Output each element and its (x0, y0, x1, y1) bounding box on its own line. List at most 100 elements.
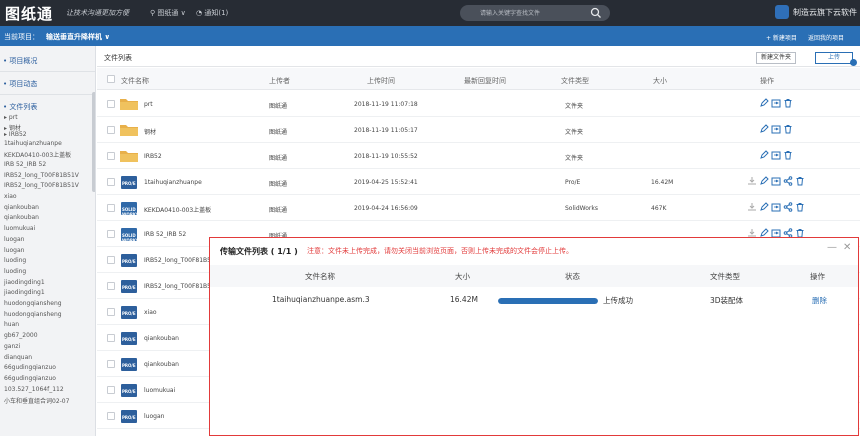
new-folder-button[interactable]: 新建文件夹 (756, 52, 796, 64)
row-checkbox[interactable] (107, 386, 115, 394)
move-folder-icon[interactable] (771, 150, 781, 160)
search-icon[interactable] (590, 7, 602, 19)
sidebar-file[interactable]: huodongqiansheng (4, 300, 62, 307)
row-checkbox[interactable] (107, 204, 115, 212)
sidebar-file[interactable]: KEKDA0410-003上盖板 (4, 150, 71, 159)
delete-link[interactable]: 删除 (812, 295, 827, 306)
delete-icon[interactable] (783, 98, 793, 108)
file-name[interactable]: luogan (144, 413, 164, 420)
file-name[interactable]: 钢材 (144, 127, 156, 136)
sidebar-file[interactable]: qiankouban (4, 204, 39, 211)
file-name[interactable]: prt (144, 101, 153, 108)
col-latest-reply[interactable]: 最新回复时间 (464, 76, 506, 86)
file-name[interactable]: qiankouban (144, 361, 179, 368)
project-selector[interactable]: 输送垂直升降样机 ∨ (46, 32, 110, 42)
back-to-projects-link[interactable]: 返回我的项目 (808, 33, 844, 42)
table-row[interactable]: PRO/E 1taihuqianzhuanpe 图纸通 2019-04-25 15:5… (97, 169, 860, 195)
sidebar-file[interactable]: 103.527_1064f_112 (4, 386, 64, 393)
file-name[interactable]: 1taihuqianzhuanpe (144, 179, 202, 186)
row-checkbox[interactable] (107, 308, 115, 316)
download-icon[interactable] (747, 202, 757, 212)
col-name[interactable]: 文件名称 (121, 76, 149, 86)
sidebar-file[interactable]: luoding (4, 257, 26, 264)
sidebar-file[interactable]: jiaodingding1 (4, 289, 45, 296)
download-icon[interactable] (747, 176, 757, 186)
delete-icon[interactable] (795, 176, 805, 186)
sidebar-item-overview[interactable]: • 项目概况 (3, 56, 37, 66)
share-icon[interactable] (783, 202, 793, 212)
edit-icon[interactable] (759, 150, 769, 160)
file-name[interactable]: qiankouban (144, 335, 179, 342)
file-name[interactable]: KEKDA0410-003上盖板 (144, 205, 211, 214)
sidebar-folder[interactable]: ▸ prt (4, 114, 18, 121)
sidebar-file[interactable]: luogan (4, 236, 24, 243)
col-upload-time[interactable]: 上传时间 (367, 76, 395, 86)
col-size[interactable]: 大小 (653, 76, 667, 86)
row-checkbox[interactable] (107, 230, 115, 238)
select-all-checkbox[interactable] (107, 75, 115, 83)
user-menu[interactable]: ⚲ 图纸通 ∨ (150, 8, 186, 18)
sidebar-file[interactable]: 小车和垂直组合词02-07 (4, 396, 69, 405)
file-name[interactable]: xiao (144, 309, 157, 316)
move-folder-icon[interactable] (771, 98, 781, 108)
sidebar-file[interactable]: luoding (4, 268, 26, 275)
sidebar-file[interactable]: luogan (4, 247, 24, 254)
row-checkbox[interactable] (107, 126, 115, 134)
move-folder-icon[interactable] (771, 176, 781, 186)
edit-icon[interactable] (759, 98, 769, 108)
sidebar-file[interactable]: huan (4, 321, 19, 328)
file-name[interactable]: IRB52 (144, 153, 162, 160)
sidebar-file[interactable]: IRB 52_IRB 52 (4, 161, 46, 168)
new-project-button[interactable]: + 新建项目 (766, 33, 797, 42)
sidebar-file[interactable]: IRB52_long_T00F81B51V (4, 182, 79, 189)
row-checkbox[interactable] (107, 412, 115, 420)
delete-icon[interactable] (783, 150, 793, 160)
sidebar-item-filelist[interactable]: • 文件列表 (3, 102, 37, 112)
delete-icon[interactable] (783, 124, 793, 134)
sidebar-file[interactable]: jiaodingding1 (4, 279, 45, 286)
sidebar-file[interactable]: 1taihuqianzhuanpe (4, 140, 62, 147)
move-folder-icon[interactable] (771, 202, 781, 212)
sidebar-file[interactable]: gb67_2000 (4, 332, 38, 339)
app-logo[interactable]: 图纸通 (5, 3, 53, 24)
sidebar-file[interactable]: luomukuai (4, 225, 35, 232)
file-name[interactable]: luomukuai (144, 387, 175, 394)
file-name[interactable]: IRB 52_IRB 52 (144, 231, 186, 238)
upload-button[interactable]: 上传 (815, 52, 853, 64)
move-folder-icon[interactable] (771, 124, 781, 134)
table-row[interactable]: SOLID WORKS KEKDA0410-003上盖板 图纸通 2019-04-24… (97, 195, 860, 221)
row-checkbox[interactable] (107, 100, 115, 108)
table-row[interactable]: IRB52 图纸通 2018-11-19 10:55:52 文件夹 (97, 143, 860, 169)
row-checkbox[interactable] (107, 282, 115, 290)
sidebar-scrollbar[interactable] (92, 92, 95, 192)
file-name[interactable]: IRB52_long_T00F81B5 (144, 257, 211, 264)
share-icon[interactable] (783, 176, 793, 186)
row-checkbox[interactable] (107, 152, 115, 160)
sidebar-file[interactable]: dianquan (4, 354, 32, 361)
delete-icon[interactable] (795, 202, 805, 212)
sidebar-file[interactable]: ganzi (4, 343, 20, 350)
brand-link[interactable]: 制造云旗下云软件 (793, 7, 857, 18)
sidebar-file[interactable]: IRB52_long_T00F81B51V (4, 172, 79, 179)
close-icon[interactable]: ✕ (843, 242, 851, 253)
row-checkbox[interactable] (107, 178, 115, 186)
edit-icon[interactable] (759, 176, 769, 186)
edit-icon[interactable] (759, 124, 769, 134)
row-checkbox[interactable] (107, 334, 115, 342)
sidebar-file[interactable]: huodongqiansheng (4, 311, 62, 318)
table-row[interactable]: prt 图纸通 2018-11-19 11:07:18 文件夹 (97, 91, 860, 117)
row-checkbox[interactable] (107, 256, 115, 264)
table-row[interactable]: 钢材 图纸通 2018-11-19 11:05:17 文件夹 (97, 117, 860, 143)
minimize-icon[interactable]: — (827, 242, 837, 253)
sidebar-file[interactable]: xiao (4, 193, 17, 200)
edit-icon[interactable] (759, 202, 769, 212)
notification-link[interactable]: ◔ 通知(1) (196, 8, 228, 18)
file-name[interactable]: IRB52_long_T00F81B5 (144, 283, 211, 290)
search-input[interactable] (480, 8, 570, 18)
sidebar-folder[interactable]: ▸ IRB52 (4, 131, 27, 138)
row-checkbox[interactable] (107, 360, 115, 368)
sidebar-item-activity[interactable]: • 项目动态 (3, 79, 37, 89)
col-uploader[interactable]: 上传者 (269, 76, 290, 86)
sidebar-file[interactable]: 66gudingqianzuo (4, 375, 56, 382)
sidebar-file[interactable]: qiankouban (4, 214, 39, 221)
